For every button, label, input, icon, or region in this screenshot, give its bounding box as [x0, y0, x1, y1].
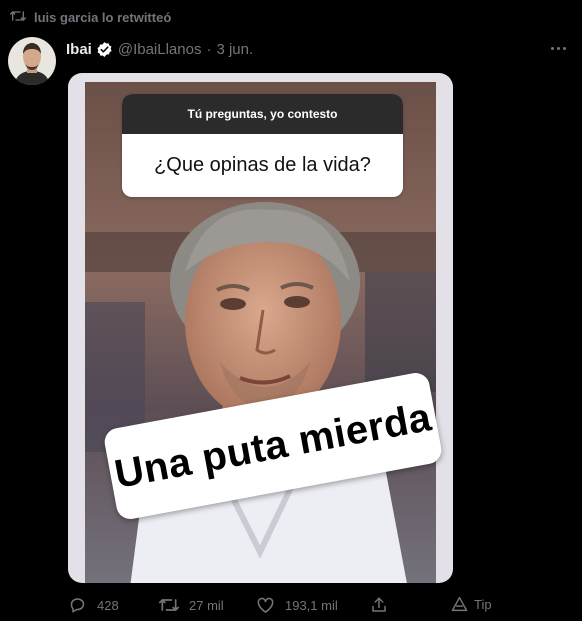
- author-handle[interactable]: @IbaiLlanos: [118, 41, 202, 58]
- share-icon: [370, 596, 388, 614]
- tweet-actions: 428 27 mil 193,1 mil Tip: [66, 596, 566, 616]
- retweeted-by-label: luis garcia lo retwitteó: [34, 9, 172, 25]
- question-box: Tú preguntas, yo contesto ¿Que opinas de…: [122, 94, 403, 197]
- tip-icon: [451, 596, 468, 612]
- like-button[interactable]: 193,1 mil: [256, 596, 338, 614]
- tweet-date[interactable]: 3 jun.: [216, 41, 253, 58]
- share-button[interactable]: [370, 596, 388, 614]
- tip-label: Tip: [474, 596, 492, 612]
- retweeted-by-row[interactable]: luis garcia lo retwitteó: [10, 9, 171, 25]
- reply-icon: [68, 596, 87, 614]
- header-separator: ·: [206, 40, 212, 58]
- tweet-header: Ibai @IbaiLlanos · 3 jun.: [66, 40, 253, 58]
- question-header: Tú preguntas, yo contesto: [122, 94, 403, 134]
- retweet-count: 27 mil: [189, 597, 224, 613]
- retweet-icon: [10, 9, 26, 26]
- question-text: ¿Que opinas de la vida?: [154, 154, 371, 176]
- more-icon[interactable]: [546, 38, 570, 58]
- retweet-button[interactable]: 27 mil: [159, 596, 224, 614]
- reply-button[interactable]: 428: [68, 596, 119, 614]
- reply-count: 428: [97, 597, 119, 613]
- avatar[interactable]: [8, 37, 56, 85]
- verified-icon: [96, 41, 113, 58]
- author-name[interactable]: Ibai: [66, 41, 92, 58]
- like-icon: [256, 596, 275, 614]
- retweet-icon: [159, 596, 179, 614]
- tip-button[interactable]: Tip: [451, 596, 492, 612]
- like-count: 193,1 mil: [285, 597, 338, 613]
